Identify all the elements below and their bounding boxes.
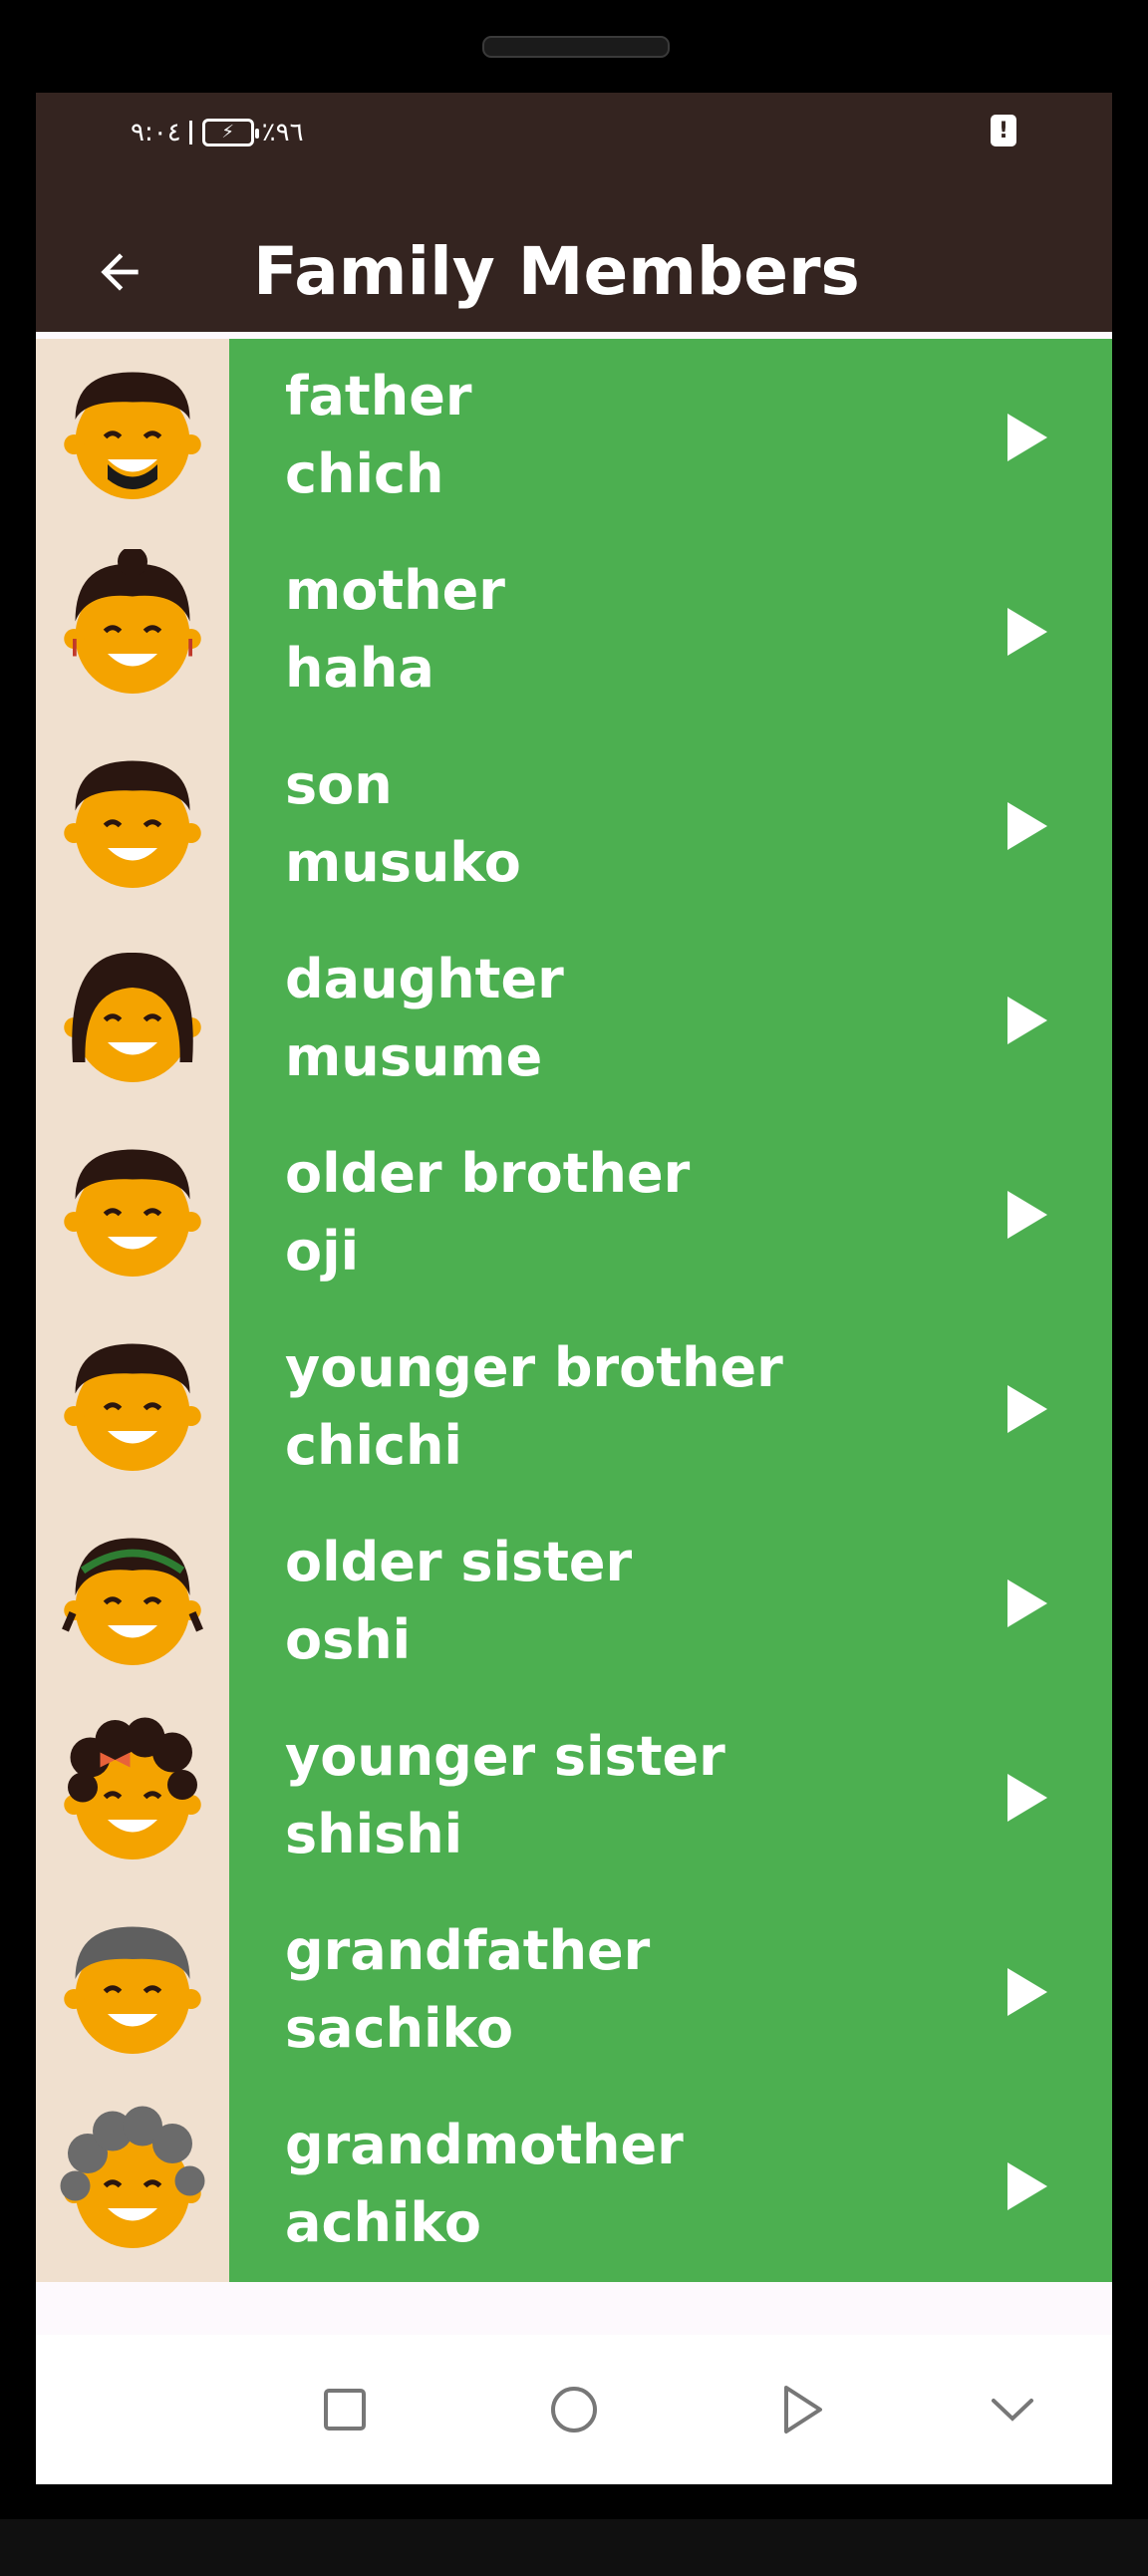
app-bar: Family Members bbox=[36, 212, 1112, 332]
play-icon[interactable] bbox=[993, 403, 1062, 472]
play-icon[interactable] bbox=[993, 2151, 1062, 2221]
battery-icon: ⚡ bbox=[201, 119, 259, 146]
member-row[interactable]: older brother oji bbox=[36, 1116, 1112, 1310]
member-word: daughter bbox=[285, 948, 564, 1010]
play-icon[interactable] bbox=[993, 1763, 1062, 1833]
play-icon[interactable] bbox=[993, 1180, 1062, 1250]
system-nav-bar bbox=[36, 2335, 1112, 2484]
arrow-left-icon bbox=[101, 253, 139, 291]
battery-percent: ٪٩٦ bbox=[261, 118, 304, 147]
page-title: Family Members bbox=[253, 233, 860, 310]
member-word: father bbox=[285, 365, 472, 428]
member-translation: oshi bbox=[285, 1608, 412, 1671]
daughter-face-icon bbox=[58, 938, 207, 1101]
member-translation: chich bbox=[285, 442, 444, 505]
avatar bbox=[36, 533, 229, 727]
member-word: younger sister bbox=[285, 1725, 725, 1788]
sim-alert-icon: ! bbox=[991, 115, 1016, 146]
phone-bottom-edge bbox=[0, 2519, 1148, 2576]
member-content[interactable]: mother haha bbox=[229, 533, 1112, 727]
phone-speaker bbox=[482, 36, 670, 58]
member-content[interactable]: son musuko bbox=[229, 727, 1112, 922]
avatar bbox=[36, 339, 229, 533]
status-time: ٩:٠٤ bbox=[131, 118, 181, 147]
play-icon[interactable] bbox=[993, 1957, 1062, 2027]
recents-square-icon[interactable] bbox=[310, 2375, 380, 2444]
play-icon[interactable] bbox=[993, 597, 1062, 667]
member-row[interactable]: younger sister shishi bbox=[36, 1699, 1112, 1893]
play-icon[interactable] bbox=[993, 791, 1062, 861]
member-word: son bbox=[285, 753, 393, 816]
play-icon[interactable] bbox=[993, 986, 1062, 1055]
back-button[interactable] bbox=[84, 236, 155, 308]
battery-tick bbox=[188, 121, 192, 144]
member-content[interactable]: grandmother achiko bbox=[229, 2088, 1112, 2282]
member-word: grandmother bbox=[285, 2114, 684, 2176]
member-row[interactable]: older sister oshi bbox=[36, 1505, 1112, 1699]
member-content[interactable]: older sister oshi bbox=[229, 1505, 1112, 1699]
grandfather-face-icon bbox=[58, 1909, 207, 2073]
member-row[interactable]: mother haha bbox=[36, 533, 1112, 727]
member-row[interactable]: younger brother chichi bbox=[36, 1310, 1112, 1505]
member-translation: sachiko bbox=[285, 1997, 514, 2060]
member-row[interactable]: son musuko bbox=[36, 727, 1112, 922]
member-row[interactable]: daughter musume bbox=[36, 922, 1112, 1116]
member-content[interactable]: younger brother chichi bbox=[229, 1310, 1112, 1505]
older-sister-face-icon bbox=[58, 1521, 207, 1684]
member-word: mother bbox=[285, 559, 505, 622]
avatar bbox=[36, 1116, 229, 1310]
member-content[interactable]: younger sister shishi bbox=[229, 1699, 1112, 1893]
younger-brother-face-icon bbox=[58, 1326, 207, 1490]
home-circle-icon[interactable] bbox=[539, 2375, 609, 2444]
member-content[interactable]: grandfather sachiko bbox=[229, 1893, 1112, 2088]
avatar bbox=[36, 2088, 229, 2282]
member-word: older brother bbox=[285, 1142, 691, 1205]
screen: ٩:٠٤ ⚡ ٪٩٦ ! Family Members father chich m… bbox=[36, 93, 1112, 2484]
member-content[interactable]: older brother oji bbox=[229, 1116, 1112, 1310]
member-translation: shishi bbox=[285, 1803, 463, 1865]
member-row[interactable]: grandfather sachiko bbox=[36, 1893, 1112, 2088]
avatar bbox=[36, 922, 229, 1116]
member-translation: oji bbox=[285, 1220, 360, 1283]
member-word: older sister bbox=[285, 1531, 633, 1593]
member-translation: chichi bbox=[285, 1414, 462, 1477]
family-members-list: father chich mother haha son musuko daughter mu… bbox=[36, 339, 1112, 2282]
status-bar: ٩:٠٤ ⚡ ٪٩٦ ! bbox=[36, 93, 1112, 212]
older-brother-face-icon bbox=[58, 1132, 207, 1295]
play-icon[interactable] bbox=[993, 1569, 1062, 1638]
member-translation: haha bbox=[285, 637, 434, 700]
hide-chevron-icon[interactable] bbox=[978, 2375, 1047, 2444]
play-icon[interactable] bbox=[993, 1374, 1062, 1444]
avatar bbox=[36, 1505, 229, 1699]
member-word: grandfather bbox=[285, 1919, 651, 1982]
member-translation: achiko bbox=[285, 2191, 481, 2254]
avatar bbox=[36, 1699, 229, 1893]
younger-sister-face-icon bbox=[58, 1715, 207, 1878]
member-content[interactable]: father chich bbox=[229, 339, 1112, 533]
member-translation: musuko bbox=[285, 831, 521, 894]
member-row[interactable]: grandmother achiko bbox=[36, 2088, 1112, 2282]
avatar bbox=[36, 1310, 229, 1505]
member-word: younger brother bbox=[285, 1336, 783, 1399]
member-translation: musume bbox=[285, 1025, 543, 1088]
status-left: ٩:٠٤ ⚡ ٪٩٦ bbox=[131, 113, 304, 152]
back-triangle-icon[interactable] bbox=[768, 2375, 838, 2444]
avatar bbox=[36, 1893, 229, 2088]
member-content[interactable]: daughter musume bbox=[229, 922, 1112, 1116]
mother-face-icon bbox=[58, 546, 207, 713]
son-face-icon bbox=[58, 743, 207, 907]
avatar bbox=[36, 727, 229, 922]
member-row[interactable]: father chich bbox=[36, 339, 1112, 533]
father-face-icon bbox=[58, 355, 207, 518]
grandmother-face-icon bbox=[58, 2104, 207, 2267]
phone-frame: ٩:٠٤ ⚡ ٪٩٦ ! Family Members father chich m… bbox=[0, 0, 1148, 2576]
